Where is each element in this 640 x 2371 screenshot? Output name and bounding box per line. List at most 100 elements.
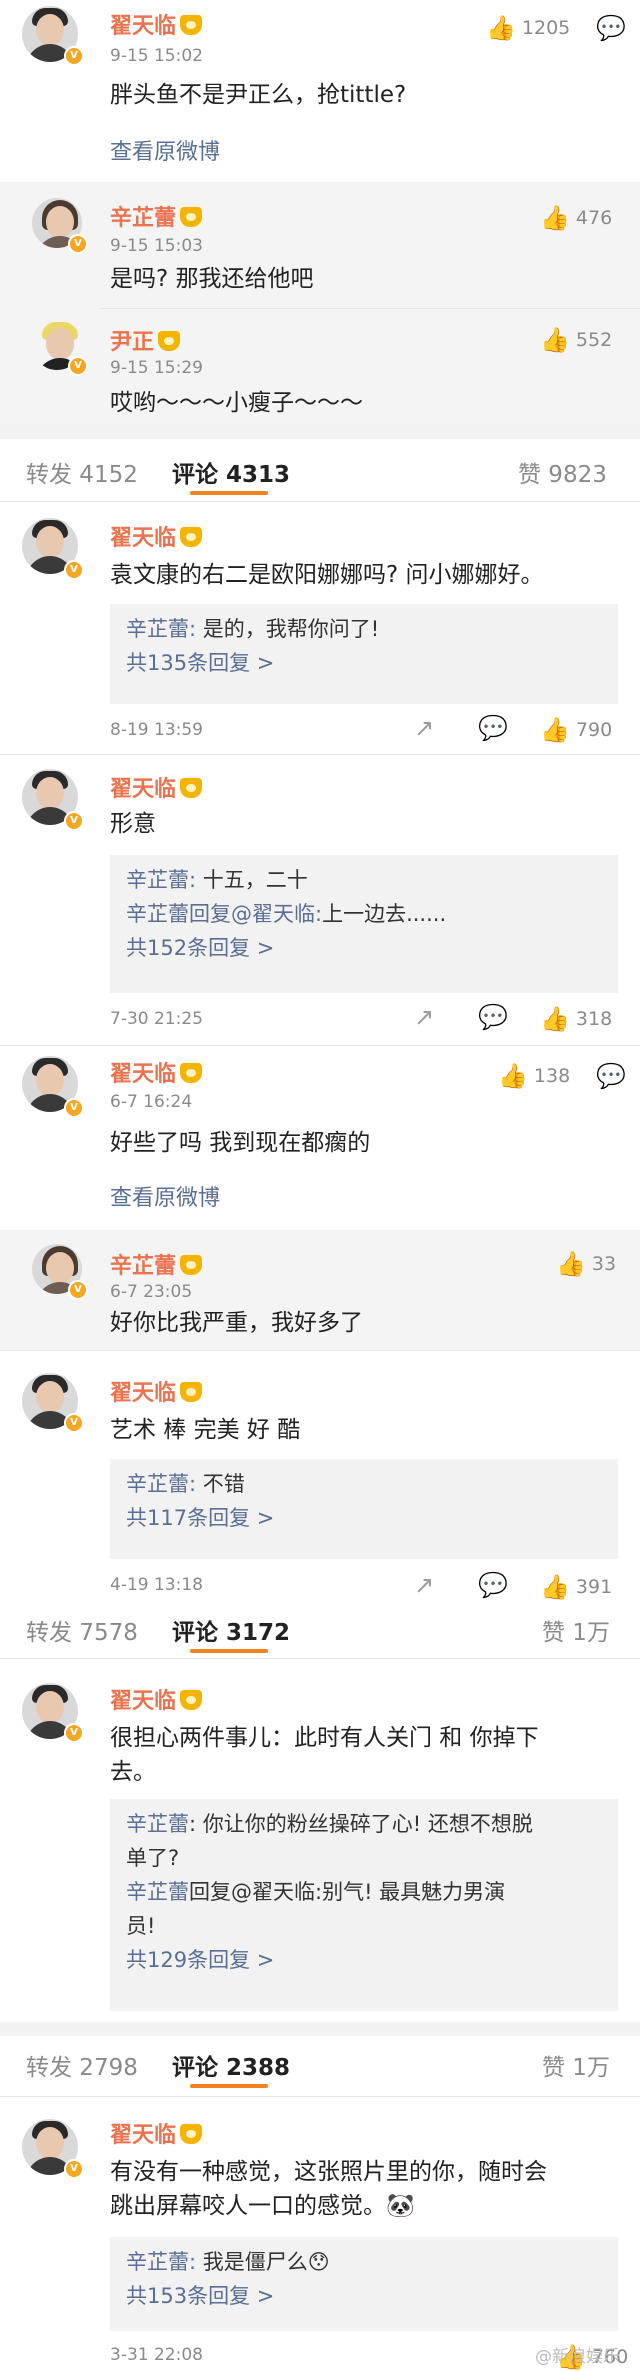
name-text[interactable]: 翟天临 <box>110 1381 176 1406</box>
view-original-link[interactable]: 查看原微博 <box>110 1180 220 1212</box>
reply-author[interactable]: 辛芷蕾 <box>126 617 189 641</box>
comment-6: V 翟天临 很担心两件事儿：此时有人关门 和 你掉下 去。 辛芷蕾: 你让你的粉… <box>0 1659 640 2015</box>
comment-text: 袁文康的右二是欧阳娜娜吗? 问小娜娜好。 <box>110 562 544 588</box>
tab-like[interactable]: 赞 1万 <box>542 1613 610 1647</box>
like-button[interactable]: 👍 318 <box>540 1005 612 1033</box>
reply-author[interactable]: 辛芷蕾 <box>126 868 189 892</box>
like-button[interactable]: 👍 138 <box>498 1062 570 1090</box>
sub-comment: V 辛芷蕾 6-7 23:05 👍 33 好你比我严重，我好多了 <box>0 1236 640 1346</box>
replies-box[interactable]: 辛芷蕾: 不错 共117条回复 > <box>110 1459 618 1559</box>
watermark: @新浪娱乐 <box>535 2347 620 2367</box>
tab-repost[interactable]: 转发 2798 <box>26 2048 138 2082</box>
name-text[interactable]: 翟天临 <box>110 777 176 802</box>
comment-text: 好些了吗 我到现在都瘸的 <box>110 1130 371 1156</box>
commenter-name[interactable]: 翟天临 <box>110 1683 203 1715</box>
share-icon[interactable]: ↗ <box>414 1571 434 1599</box>
tab-comment[interactable]: 评论 2388 <box>172 2048 290 2082</box>
name-text[interactable]: 翟天临 <box>110 1689 176 1714</box>
comment-time: 7-30 21:25 <box>110 1009 203 1029</box>
comment-text: 艺术 棒 完美 好 酷 <box>110 1417 301 1443</box>
share-icon[interactable]: ↗ <box>414 714 434 742</box>
view-original-link[interactable]: 查看原微博 <box>110 134 220 166</box>
comment-time: 6-7 16:24 <box>110 1092 193 1112</box>
commenter-name[interactable]: 翟天临 <box>110 2117 203 2149</box>
more-replies-link[interactable]: 共152条回复 > <box>126 931 602 965</box>
like-button[interactable]: 👍 552 <box>540 326 612 354</box>
commenter-name[interactable]: 翟天临 <box>110 1056 203 1088</box>
more-replies-link[interactable]: 共135条回复 > <box>126 646 602 680</box>
name-text[interactable]: 翟天临 <box>110 1062 176 1087</box>
reply-author[interactable]: 辛芷蕾 <box>126 1880 189 1904</box>
comment-time: 9-15 15:29 <box>110 358 203 378</box>
comment-time: 3-31 22:08 <box>110 2345 203 2365</box>
reply-separator: : <box>189 1472 203 1496</box>
verified-badge-icon: V <box>64 2159 84 2179</box>
comment-icon[interactable]: 💬 <box>596 1062 626 1090</box>
tab-like[interactable]: 赞 9823 <box>518 455 607 489</box>
share-icon[interactable]: ↗ <box>414 1003 434 1031</box>
commenter-name[interactable]: 翟天临 <box>110 1375 203 1407</box>
reply-author[interactable]: 辛芷蕾 <box>126 1472 189 1496</box>
crown-icon <box>180 1255 203 1275</box>
commenter-name[interactable]: 辛芷蕾 <box>110 1248 203 1280</box>
like-button[interactable]: 👍 1205 <box>486 14 570 42</box>
tab-comment[interactable]: 评论 3172 <box>172 1613 290 1647</box>
reply-item: 辛芷蕾回复@翟天临:别气! 最具魅力男演 <box>126 1875 602 1909</box>
sub-comment: V 尹正 9-15 15:29 👍 552 哎哟～～～小瘦子～～～ <box>0 312 640 424</box>
commenter-name[interactable]: 辛芷蕾 <box>110 200 203 232</box>
reply-author[interactable]: 辛芷蕾 <box>126 2250 189 2274</box>
verified-badge-icon: V <box>64 1723 84 1743</box>
name-text[interactable]: 翟天临 <box>110 14 176 39</box>
stats-tabs: 转发 7578 评论 3172 赞 1万 <box>0 1603 640 1665</box>
crown-icon <box>180 15 203 35</box>
like-button[interactable]: 👍 391 <box>540 1573 612 1601</box>
commenter-name[interactable]: 翟天临 <box>110 771 203 803</box>
like-count: 33 <box>591 1253 617 1275</box>
like-count: 552 <box>575 329 613 351</box>
replies-box[interactable]: 辛芷蕾: 是的，我帮你问了! 共135条回复 > <box>110 604 618 704</box>
name-text[interactable]: 尹正 <box>110 330 154 355</box>
comment-4: V 翟天临 6-7 16:24 👍 138 💬 好些了吗 我到现在都瘸的 查看原微… <box>0 1046 640 1226</box>
name-text[interactable]: 辛芷蕾 <box>110 206 176 231</box>
more-replies-link[interactable]: 共153条回复 > <box>126 2279 602 2313</box>
comment-text: 胖头鱼不是尹正么，抢tittle? <box>110 82 407 108</box>
reply-author[interactable]: 辛芷蕾 <box>126 902 189 926</box>
replies-box[interactable]: 辛芷蕾: 十五，二十 辛芷蕾回复@翟天临:上一边去...... 共152条回复 … <box>110 855 618 993</box>
tab-repost[interactable]: 转发 4152 <box>26 455 138 489</box>
comment-5: V 翟天临 艺术 棒 完美 好 酷 辛芷蕾: 不错 共117条回复 > 4-19… <box>0 1351 640 1603</box>
like-button[interactable]: 👍 33 <box>556 1250 616 1278</box>
reply-author[interactable]: 辛芷蕾 <box>126 1812 189 1836</box>
tab-repost[interactable]: 转发 7578 <box>26 1613 138 1647</box>
reply-item: 辛芷蕾: 你让你的粉丝操碎了心! 还想不想脱 <box>126 1807 602 1841</box>
name-text[interactable]: 翟天临 <box>110 2123 176 2148</box>
more-replies-link[interactable]: 共129条回复 > <box>126 1943 602 1977</box>
commenter-name[interactable]: 翟天临 <box>110 520 203 552</box>
crown-icon <box>180 778 203 798</box>
crown-icon <box>180 1063 203 1083</box>
comment-icon[interactable]: 💬 <box>478 1003 508 1031</box>
more-replies-link[interactable]: 共117条回复 > <box>126 1501 602 1535</box>
like-count: 138 <box>533 1065 571 1087</box>
replies-box[interactable]: 辛芷蕾: 你让你的粉丝操碎了心! 还想不想脱 单了? 辛芷蕾回复@翟天临:别气!… <box>110 1799 618 2011</box>
comment-icon[interactable]: 💬 <box>478 714 508 742</box>
tab-comment[interactable]: 评论 4313 <box>172 455 290 489</box>
comment-icon[interactable]: 💬 <box>478 1571 508 1599</box>
active-tab-indicator <box>190 1649 268 1653</box>
like-button[interactable]: 👍 476 <box>540 204 612 232</box>
thumb-up-icon: 👍 <box>556 1250 586 1278</box>
name-text[interactable]: 翟天临 <box>110 526 176 551</box>
comment-text-line: 去。 <box>110 1759 156 1785</box>
tab-like[interactable]: 赞 1万 <box>542 2048 610 2082</box>
name-text[interactable]: 辛芷蕾 <box>110 1254 176 1279</box>
sub-comment: V 辛芷蕾 9-15 15:03 👍 476 是吗? 那我还给他吧 <box>0 190 640 302</box>
like-count: 790 <box>575 719 613 741</box>
comment-3: V 翟天临 形意 辛芷蕾: 十五，二十 辛芷蕾回复@翟天临:上一边去......… <box>0 755 640 1045</box>
active-tab-indicator <box>190 491 268 495</box>
comment-time: 4-19 13:18 <box>110 1575 203 1595</box>
reply-item-continued: 单了? <box>126 1846 180 1870</box>
like-button[interactable]: 👍 790 <box>540 716 612 744</box>
comment-icon[interactable]: 💬 <box>596 14 626 42</box>
commenter-name[interactable]: 翟天临 <box>110 8 203 40</box>
commenter-name[interactable]: 尹正 <box>110 324 181 356</box>
replies-box[interactable]: 辛芷蕾: 我是僵尸么😯 共153条回复 > <box>110 2237 618 2331</box>
